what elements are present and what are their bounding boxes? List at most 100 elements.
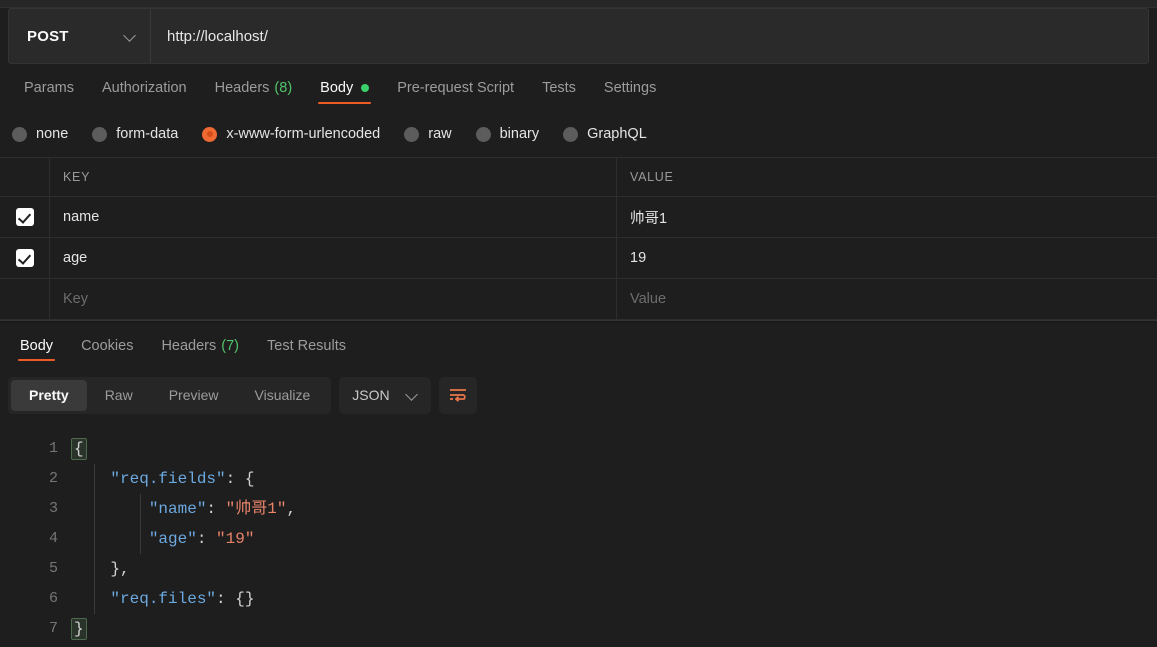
line-number: 6	[48, 590, 58, 607]
postman-window: POST http://localhost/ Params Authorizati…	[0, 0, 1157, 647]
tab-label: Headers	[161, 337, 217, 354]
tab-label: Cookies	[81, 337, 134, 354]
format-label: JSON	[352, 387, 390, 403]
line-number: 4	[48, 530, 58, 547]
response-code-editor[interactable]: 1 2 3 4 5 6 7 { "req.fields": { "name": "帅哥1",…	[0, 422, 1157, 644]
response-tab-body[interactable]: Body	[6, 323, 67, 368]
request-tab-tests[interactable]: Tests	[528, 64, 590, 111]
request-tab-headers[interactable]: Headers (8)	[201, 64, 307, 111]
row-checkbox-cell[interactable]	[0, 197, 50, 237]
row-value-input[interactable]: 19	[617, 238, 1157, 278]
radio-icon	[475, 126, 491, 142]
code-content[interactable]: { "req.fields": { "name": "帅哥1", "age": …	[71, 434, 1157, 644]
code-line: "name": "帅哥1",	[148, 500, 297, 518]
chevron-down-icon	[124, 30, 136, 42]
line-number: 3	[48, 500, 58, 517]
tab-label: Tests	[542, 79, 576, 96]
body-type-radios: none form-data x-www-form-urlencoded raw bin…	[0, 111, 1157, 157]
row-checkbox-cell[interactable]	[0, 238, 50, 278]
url-bar: POST http://localhost/	[8, 8, 1149, 64]
empty-value-input[interactable]: Value	[617, 279, 1157, 319]
url-input[interactable]: http://localhost/	[151, 9, 1148, 63]
response-toolbar: Pretty Raw Preview Visualize JSON	[0, 368, 1157, 422]
radio-label: form-data	[116, 126, 179, 142]
line-number: 2	[48, 470, 58, 487]
request-tab-body[interactable]: Body	[306, 64, 383, 111]
radio-label: GraphQL	[587, 126, 647, 142]
code-line: }	[71, 618, 87, 640]
empty-row-checkbox-cell	[0, 279, 50, 319]
code-line: },	[72, 560, 130, 578]
body-type-radio-binary[interactable]: binary	[475, 126, 540, 142]
response-tab-headers[interactable]: Headers (7)	[147, 323, 253, 368]
header-checkbox-cell	[0, 158, 50, 196]
column-header-value: VALUE	[630, 170, 674, 184]
empty-key-input[interactable]: Key	[50, 279, 617, 319]
row-value-input[interactable]: 帅哥1	[617, 197, 1157, 237]
radio-icon	[404, 126, 420, 142]
body-type-radio-raw[interactable]: raw	[404, 126, 452, 142]
column-header-key: KEY	[50, 158, 617, 196]
tab-label: Body	[20, 337, 54, 354]
tab-count-badge: (8)	[274, 79, 293, 96]
body-type-radio-graphql[interactable]: GraphQL	[563, 126, 647, 142]
body-type-radio-none[interactable]: none	[12, 126, 68, 142]
request-tab-pre-request-script[interactable]: Pre-request Script	[383, 64, 528, 111]
top-strip	[0, 0, 1157, 8]
request-tab-settings[interactable]: Settings	[590, 64, 670, 111]
view-mode-raw[interactable]: Raw	[87, 380, 151, 411]
chevron-down-icon	[406, 389, 418, 401]
radio-label: binary	[499, 126, 540, 142]
line-number: 7	[48, 620, 58, 637]
view-mode-segmented-control: Pretty Raw Preview Visualize	[8, 376, 332, 414]
format-selector[interactable]: JSON	[339, 376, 431, 414]
checkbox-checked-icon[interactable]	[15, 249, 34, 267]
method-selector[interactable]: POST	[9, 9, 151, 63]
tab-label: Headers	[214, 79, 270, 96]
row-key-input[interactable]: age	[50, 238, 617, 278]
radio-label: raw	[428, 126, 452, 142]
request-tabs: Params Authorization Headers (8) Body Pre-req…	[0, 64, 1157, 111]
request-tab-params[interactable]: Params	[10, 64, 88, 111]
code-line: "age": "19"	[148, 530, 255, 548]
response-tabs: Body Cookies Headers (7) Test Results	[0, 323, 1157, 368]
line-number: 5	[48, 560, 58, 577]
word-wrap-button[interactable]	[438, 376, 477, 414]
radio-icon	[12, 126, 27, 142]
code-line: {	[71, 438, 87, 460]
body-present-dot-icon	[361, 83, 370, 92]
view-mode-pretty[interactable]: Pretty	[11, 379, 87, 411]
checkbox-checked-icon[interactable]	[15, 208, 34, 226]
code-line: "req.fields": {	[110, 470, 255, 488]
indent-guide	[94, 464, 95, 614]
tab-label: Test Results	[267, 337, 346, 354]
response-tab-test-results[interactable]: Test Results	[253, 323, 360, 368]
line-number-gutter: 1 2 3 4 5 6 7	[0, 434, 72, 644]
body-type-radio-x-www-form-urlencoded[interactable]: x-www-form-urlencoded	[202, 126, 380, 142]
table-row-empty[interactable]: Key Value	[0, 279, 1157, 320]
tab-label: Pre-request Script	[397, 79, 515, 96]
tab-label: Body	[320, 79, 354, 96]
line-number: 1	[48, 440, 58, 457]
table-header-row: KEY VALUE	[0, 158, 1157, 197]
tab-label: Settings	[603, 79, 657, 96]
table-row[interactable]: name 帅哥1	[0, 197, 1157, 238]
radio-label: x-www-form-urlencoded	[226, 126, 381, 142]
word-wrap-icon	[449, 389, 466, 402]
row-key-input[interactable]: name	[50, 197, 617, 237]
tab-label: Authorization	[101, 79, 187, 96]
radio-icon	[202, 126, 218, 142]
request-tab-authorization[interactable]: Authorization	[88, 64, 201, 111]
radio-label: none	[36, 126, 69, 142]
method-label: POST	[27, 27, 69, 45]
body-type-radio-form-data[interactable]: form-data	[92, 126, 178, 142]
body-params-table: KEY VALUE name 帅哥1 age 19 Key Value	[0, 157, 1157, 320]
table-row[interactable]: age 19	[0, 238, 1157, 279]
indent-guide	[140, 494, 141, 554]
tab-count-badge: (7)	[221, 337, 239, 354]
view-mode-preview[interactable]: Preview	[151, 380, 237, 411]
code-line: "req.files": {}	[110, 590, 255, 608]
response-tab-cookies[interactable]: Cookies	[67, 323, 147, 368]
radio-icon	[563, 126, 579, 142]
view-mode-visualize[interactable]: Visualize	[237, 380, 329, 411]
